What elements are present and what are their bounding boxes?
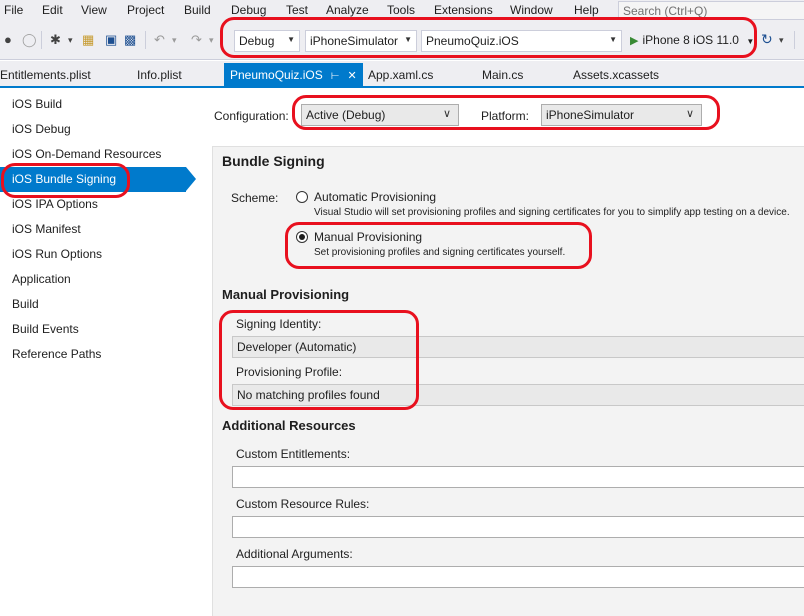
search-input[interactable]: Search (Ctrl+Q)	[618, 1, 804, 20]
menu-project[interactable]: Project	[127, 3, 164, 17]
sidebar-item-ios-build[interactable]: iOS Build	[0, 92, 196, 117]
run-button[interactable]: ▶ iPhone 8 iOS 11.0 ▼	[628, 30, 756, 52]
refresh-icon[interactable]: ↻	[761, 32, 773, 46]
sidebar-item-ios-on-demand-resources[interactable]: iOS On-Demand Resources	[0, 142, 196, 167]
sidebar-item-ios-bundle-signing[interactable]: iOS Bundle Signing	[0, 167, 186, 192]
platform-select[interactable]: iPhoneSimulator ∨	[541, 104, 702, 126]
tab-info-plist[interactable]: Info.plist	[137, 68, 182, 82]
toolbar-separator	[41, 31, 42, 49]
back-icon[interactable]: ●	[4, 33, 12, 47]
manual-provisioning-description: Set provisioning profiles and signing ce…	[314, 247, 566, 258]
pin-icon[interactable]: ⊢	[331, 71, 340, 82]
open-folder-icon[interactable]: ▦	[82, 33, 94, 47]
bundle-signing-page: Configuration: Active (Debug) ∨ Platform…	[204, 89, 804, 616]
tab-pneumoquiz-ios[interactable]: PneumoQuiz.iOS ⊢ ✕	[224, 63, 363, 86]
additional-resources-title: Additional Resources	[222, 418, 356, 433]
chevron-down-icon: ▼	[609, 35, 617, 44]
solution-configuration-value: Debug	[239, 34, 275, 48]
tab-label: PneumoQuiz.iOS	[230, 68, 323, 82]
platform-label: Platform:	[481, 109, 530, 123]
sidebar-item-ios-manifest[interactable]: iOS Manifest	[0, 217, 196, 242]
menu-file[interactable]: File	[4, 3, 23, 17]
document-tabs: Entitlements.plist Info.plist PneumoQuiz…	[0, 61, 804, 88]
manual-provisioning-title: Manual Provisioning	[222, 287, 350, 302]
chevron-down-icon: ▼	[287, 35, 295, 44]
chevron-down-icon: ▼	[746, 37, 755, 46]
tab-app-xaml-cs[interactable]: App.xaml.cs	[368, 68, 433, 82]
solution-platform-dropdown[interactable]: iPhoneSimulator ▼	[305, 30, 417, 52]
chevron-down-icon[interactable]: ▾	[172, 33, 177, 47]
provisioning-profile-select[interactable]: No matching profiles found	[232, 384, 804, 406]
chevron-down-icon[interactable]: ▾	[779, 33, 784, 47]
menu-help[interactable]: Help	[574, 3, 599, 17]
run-target-label: iPhone 8 iOS 11.0	[642, 33, 739, 47]
redo-icon[interactable]: ↷	[191, 33, 202, 47]
toolbar: ● ◯ ✱ ▾ ▦ ▣ ▩ ↶ ▾ ↷ ▾ Debug ▼ iPhoneSimu…	[0, 22, 804, 60]
menu-extensions[interactable]: Extensions	[434, 3, 493, 17]
menu-bar: File Edit View Project Build Debug Test …	[0, 0, 804, 22]
tab-main-cs[interactable]: Main.cs	[482, 68, 523, 82]
chevron-down-icon: ▼	[404, 35, 412, 44]
additional-arguments-label: Additional Arguments:	[236, 547, 353, 561]
solution-platform-value: iPhoneSimulator	[310, 34, 399, 48]
play-icon: ▶	[630, 35, 639, 47]
sidebar-item-ios-run-options[interactable]: iOS Run Options	[0, 242, 196, 267]
undo-icon[interactable]: ↶	[154, 33, 165, 47]
menu-build[interactable]: Build	[184, 3, 211, 17]
close-icon[interactable]: ✕	[347, 70, 356, 82]
additional-arguments-input[interactable]	[232, 566, 804, 588]
tab-assets-xcassets[interactable]: Assets.xcassets	[573, 68, 659, 82]
sidebar-item-application[interactable]: Application	[0, 267, 196, 292]
startup-project-dropdown[interactable]: PneumoQuiz.iOS ▼	[421, 30, 622, 52]
sidebar-item-reference-paths[interactable]: Reference Paths	[0, 342, 196, 367]
custom-entitlements-input[interactable]	[232, 466, 804, 488]
configuration-label: Configuration:	[214, 109, 289, 123]
provisioning-profile-label: Provisioning Profile:	[236, 365, 343, 379]
menu-tools[interactable]: Tools	[387, 3, 415, 17]
sidebar-item-ios-debug[interactable]: iOS Debug	[0, 117, 196, 142]
forward-icon[interactable]: ◯	[22, 33, 37, 47]
custom-entitlements-label: Custom Entitlements:	[236, 447, 351, 461]
custom-resource-rules-input[interactable]	[232, 516, 804, 538]
manual-provisioning-radio[interactable]	[296, 231, 308, 243]
sidebar-item-build-events[interactable]: Build Events	[0, 317, 196, 342]
toolbar-separator	[145, 31, 146, 49]
configuration-select[interactable]: Active (Debug) ∨	[301, 104, 459, 126]
selection-arrow	[186, 167, 196, 191]
save-icon[interactable]: ▣	[105, 33, 117, 47]
menu-edit[interactable]: Edit	[42, 3, 63, 17]
sidebar-item-build[interactable]: Build	[0, 292, 196, 317]
sidebar-item-ios-ipa-options[interactable]: iOS IPA Options	[0, 192, 196, 217]
chevron-down-icon[interactable]: ▾	[68, 33, 73, 47]
new-project-icon[interactable]: ✱	[50, 33, 61, 47]
menu-view[interactable]: View	[81, 3, 107, 17]
automatic-provisioning-label[interactable]: Automatic Provisioning	[314, 190, 436, 204]
solution-configuration-dropdown[interactable]: Debug ▼	[234, 30, 300, 52]
chevron-down-icon: ∨	[685, 108, 694, 120]
menu-analyze[interactable]: Analyze	[326, 3, 369, 17]
signing-identity-label: Signing Identity:	[236, 317, 322, 331]
signing-identity-select[interactable]: Developer (Automatic)	[232, 336, 804, 358]
provisioning-profile-value: No matching profiles found	[237, 388, 380, 402]
chevron-down-icon[interactable]: ▾	[209, 33, 214, 47]
custom-resource-rules-label: Custom Resource Rules:	[236, 497, 370, 511]
tab-entitlements-plist[interactable]: Entitlements.plist	[0, 68, 91, 82]
automatic-provisioning-radio[interactable]	[296, 191, 308, 203]
chevron-down-icon: ∨	[442, 108, 451, 120]
property-pages-sidebar: iOS Build iOS Debug iOS On-Demand Resour…	[0, 89, 196, 614]
configuration-select-value: Active (Debug)	[306, 108, 386, 122]
signing-identity-value: Developer (Automatic)	[237, 340, 357, 354]
menu-debug[interactable]: Debug	[231, 3, 266, 17]
scheme-label: Scheme:	[231, 191, 279, 205]
settings-panel: Bundle Signing Scheme: Automatic Provisi…	[212, 146, 804, 616]
toolbar-separator	[794, 31, 795, 49]
bundle-signing-title: Bundle Signing	[222, 153, 325, 169]
startup-project-value: PneumoQuiz.iOS	[426, 34, 519, 48]
save-all-icon[interactable]: ▩	[124, 33, 136, 47]
manual-provisioning-label[interactable]: Manual Provisioning	[314, 230, 422, 244]
platform-select-value: iPhoneSimulator	[546, 108, 635, 122]
automatic-provisioning-description: Visual Studio will set provisioning prof…	[314, 207, 790, 218]
menu-test[interactable]: Test	[286, 3, 308, 17]
menu-window[interactable]: Window	[510, 3, 553, 17]
